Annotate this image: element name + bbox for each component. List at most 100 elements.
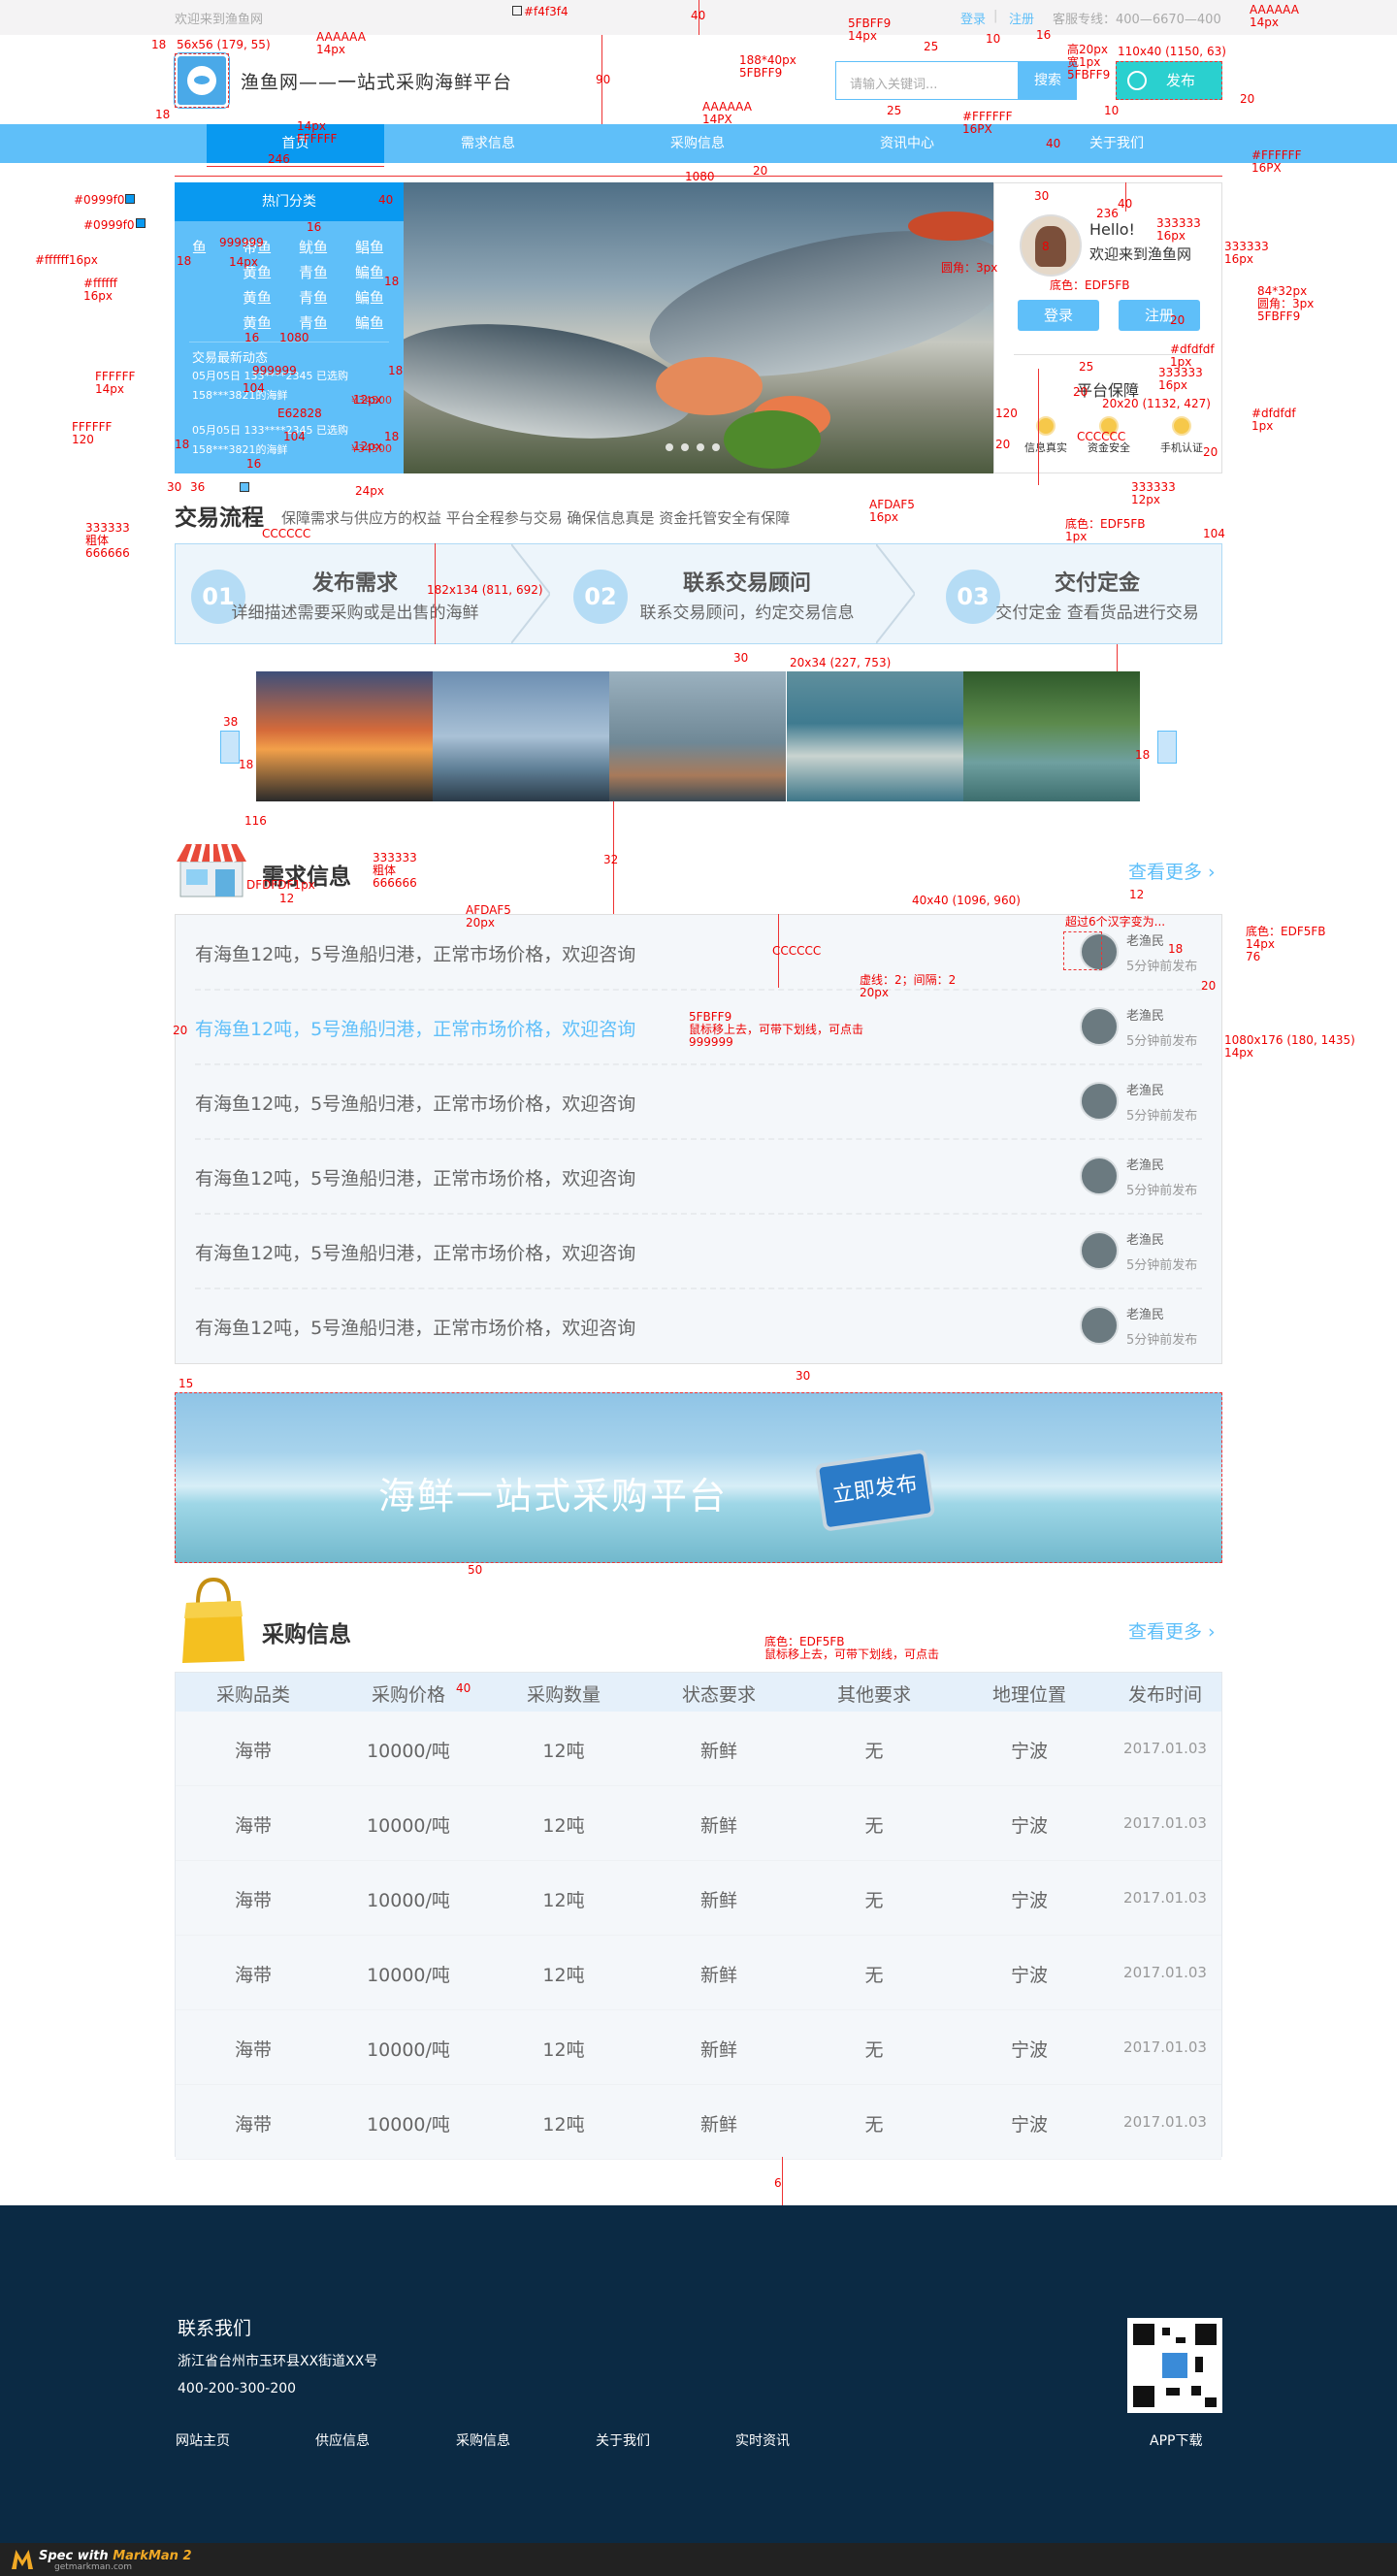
guide-line — [782, 2157, 783, 2205]
table-row[interactable]: 海带 10000/吨 12吨 新鲜 无 宁波 2017.01.03 — [176, 1712, 1221, 1786]
annotation-label: 20 — [995, 438, 1011, 451]
annotation-label: 18 — [155, 108, 171, 121]
annotation-label: 182x134 (811, 692) — [427, 583, 543, 597]
welcome-text: 欢迎来到渔鱼网 — [1089, 245, 1192, 263]
category-item[interactable]: 鱼 — [192, 237, 207, 257]
top-login-link[interactable]: 登录 — [960, 9, 986, 27]
demand-more-link[interactable]: 查看更多 › — [1128, 858, 1216, 884]
avatar — [1080, 1231, 1119, 1270]
gallery-image[interactable] — [433, 671, 609, 801]
list-item[interactable]: 有海鱼12吨，5号渔船归港，正常市场价格，欢迎咨询 老渔民 5分钟前发布 — [176, 1214, 1221, 1288]
category-item[interactable]: 鳊鱼 — [355, 287, 384, 308]
nav-item-demand[interactable]: 需求信息 — [417, 124, 559, 163]
category-item[interactable]: 鱿鱼 — [299, 237, 328, 257]
table-cell: 新鲜 — [699, 1815, 737, 1837]
carousel-dots[interactable] — [666, 437, 728, 455]
annotation-label: DFDFDF1px — [246, 878, 315, 892]
table-row[interactable]: 海带 10000/吨 12吨 新鲜 无 宁波 2017.01.03 — [176, 2010, 1221, 2085]
footer-link[interactable]: 网站主页 — [176, 2430, 230, 2450]
nav-item-about[interactable]: 关于我们 — [1046, 124, 1187, 163]
guide-line — [1117, 644, 1118, 671]
table-row[interactable]: 海带 10000/吨 12吨 新鲜 无 宁波 2017.01.03 — [176, 1786, 1221, 1861]
annotation-label: 40 — [1118, 197, 1133, 211]
table-row[interactable]: 海带 10000/吨 12吨 新鲜 无 宁波 2017.01.03 — [176, 1936, 1221, 2010]
table-cell: 2017.01.03 — [1123, 1740, 1207, 1757]
demand-text[interactable]: 有海鱼12吨，5号渔船归港，正常市场价格，欢迎咨询 — [195, 1239, 635, 1265]
demand-text[interactable]: 有海鱼12吨，5号渔船归港，正常市场价格，欢迎咨询 — [195, 1164, 635, 1190]
annotation-label: 999999 — [252, 364, 297, 377]
list-item[interactable]: 有海鱼12吨，5号渔船归港，正常市场价格，欢迎咨询 老渔民 5分钟前发布 — [176, 1288, 1221, 1362]
column-header: 其他要求 — [836, 1684, 911, 1706]
annotation-label: CCCCCC — [262, 527, 311, 540]
top-register-link[interactable]: 注册 — [1009, 9, 1034, 27]
footer-link[interactable]: 供应信息 — [315, 2430, 370, 2450]
footer-link[interactable]: 关于我们 — [596, 2430, 650, 2450]
category-item[interactable]: 鲳鱼 — [355, 237, 384, 257]
annotation-label: 18 — [384, 275, 400, 288]
annotation-label: 6 — [774, 2176, 782, 2190]
gallery-image[interactable] — [787, 671, 963, 801]
category-item[interactable]: 青鱼 — [299, 312, 328, 333]
annotation-label: 1080x176 (180, 1435) 14px — [1224, 1033, 1355, 1060]
annotation-label: #ffffff16px — [35, 253, 98, 267]
purchase-more-link[interactable]: 查看更多 › — [1128, 1617, 1216, 1644]
shrimp-image — [908, 212, 993, 241]
annotation-label: 18 — [175, 438, 190, 451]
table-cell: 12吨 — [542, 2114, 585, 2136]
demand-text[interactable]: 有海鱼12吨，5号渔船归港，正常市场价格，欢迎咨询 — [195, 1314, 635, 1340]
site-title: 渔鱼网——一站式采购海鲜平台 — [241, 72, 513, 93]
annotation-label: 18 — [1135, 748, 1151, 762]
annotation-label: 333333 粗体 666666 — [85, 521, 130, 560]
category-item[interactable]: 鳊鱼 — [355, 262, 384, 282]
annotation-label: 30 — [167, 480, 182, 494]
gallery-prev-button[interactable] — [220, 731, 240, 764]
category-item[interactable]: 黄鱼 — [243, 287, 272, 308]
demand-text[interactable]: 有海鱼12吨，5号渔船归港，正常市场价格，欢迎咨询 — [195, 1015, 635, 1041]
app-download-label[interactable]: APP下载 — [1150, 2430, 1202, 2450]
footer-link[interactable]: 采购信息 — [456, 2430, 510, 2450]
table-cell: 宁波 — [1010, 1815, 1048, 1837]
category-item[interactable]: 青鱼 — [299, 262, 328, 282]
annotation-label: 16 — [307, 220, 322, 234]
category-item[interactable]: 黄鱼 — [243, 312, 272, 333]
register-button[interactable]: 注册 — [1119, 300, 1200, 331]
footer-link[interactable]: 实时资讯 — [735, 2430, 790, 2450]
annotation-label: FFFFFF 14px — [95, 370, 136, 396]
list-item[interactable]: 有海鱼12吨，5号渔船归港，正常市场价格，欢迎咨询 老渔民 5分钟前发布 — [176, 1139, 1221, 1213]
shrimp-image — [656, 357, 763, 415]
annotation-label: 8 — [1042, 240, 1050, 253]
footer: 联系我们 浙江省台州市玉环县XX街道XX号 400-200-300-200 网站… — [0, 2205, 1397, 2543]
table-row[interactable]: 海带 10000/吨 12吨 新鲜 无 宁波 2017.01.03 — [176, 1861, 1221, 1936]
nav-item-home[interactable]: 首页 — [207, 124, 384, 163]
annotation-label: 5FBFF9 14px — [848, 16, 892, 43]
gallery-image[interactable] — [609, 671, 786, 801]
gallery-image[interactable] — [963, 671, 1140, 801]
table-cell: 海带 — [234, 1815, 272, 1837]
gallery-image[interactable] — [256, 671, 433, 801]
annotation-label: CCCCCC — [772, 944, 822, 958]
category-item[interactable]: 青鱼 — [299, 287, 328, 308]
markman-logo-icon — [12, 2550, 33, 2569]
login-button[interactable]: 登录 — [1018, 300, 1099, 331]
welcome-text: 欢迎来到渔鱼网 — [175, 13, 264, 27]
demand-text[interactable]: 有海鱼12吨，5号渔船归港，正常市场价格，欢迎咨询 — [195, 940, 635, 966]
annotation-label: 16 — [244, 331, 260, 344]
hero-banner[interactable] — [404, 182, 993, 473]
category-item[interactable]: 鳊鱼 — [355, 312, 384, 333]
annotation-label: AAAAAA 14px — [1250, 3, 1299, 29]
demand-text[interactable]: 有海鱼12吨，5号渔船归港，正常市场价格，欢迎咨询 — [195, 1090, 635, 1116]
search-input[interactable]: 请输入关键词... — [835, 61, 1019, 100]
info-true-icon — [1036, 416, 1056, 436]
annotation-label: 12px — [353, 393, 382, 407]
list-item[interactable]: 有海鱼12吨，5号渔船归港，正常市场价格，欢迎咨询 老渔民 5分钟前发布 — [176, 1064, 1221, 1138]
nav-item-purchase[interactable]: 采购信息 — [627, 124, 768, 163]
annotation-label: 30 — [1034, 189, 1050, 203]
gallery-next-button[interactable] — [1157, 731, 1177, 764]
flow-subtitle: 保障需求与供应方的权益 平台全程参与交易 确保信息真是 资金托管安全有保障 — [281, 509, 791, 527]
table-row[interactable]: 海带 10000/吨 12吨 新鲜 无 宁波 2017.01.03 — [176, 2085, 1221, 2160]
avatar — [1080, 1306, 1119, 1345]
nav-item-news[interactable]: 资讯中心 — [836, 124, 978, 163]
annotation-label: 14px FFFFFF — [297, 119, 338, 146]
table-cell: 12吨 — [542, 1815, 585, 1837]
footer-phone: 400-200-300-200 — [178, 2381, 297, 2397]
